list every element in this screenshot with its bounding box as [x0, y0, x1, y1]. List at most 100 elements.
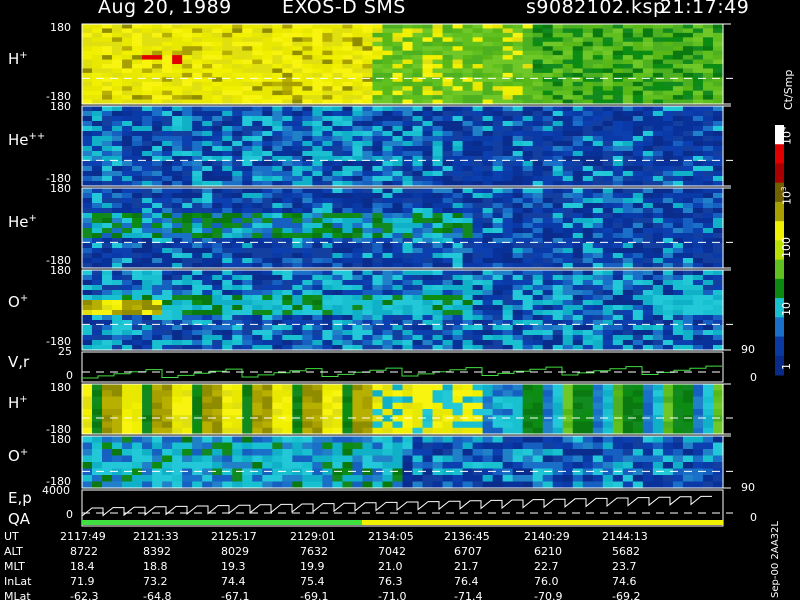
heat-cell: [442, 280, 454, 286]
heat-cell: [532, 300, 544, 306]
heat-cell: [162, 208, 173, 214]
heat-cell: [342, 59, 354, 65]
heat-cell: [202, 396, 213, 404]
heat-cell: [652, 310, 664, 316]
heat-cell: [342, 290, 354, 296]
heat-cell: [412, 218, 424, 224]
heat-cell: [442, 218, 454, 224]
heat-cell: [342, 166, 354, 172]
heat-cell: [662, 126, 674, 132]
heat-cell: [592, 28, 604, 34]
heat-cell: [332, 280, 344, 286]
heat-cell: [532, 64, 544, 70]
heat-cell: [252, 50, 263, 56]
heat-cell: [152, 335, 163, 341]
heat-cell: [602, 131, 614, 137]
heat-cell: [462, 59, 474, 65]
heat-cell: [312, 223, 323, 229]
heat-cell: [82, 116, 93, 122]
heat-cell: [552, 310, 564, 316]
heat-cell: [252, 193, 263, 199]
heat-cell: [352, 198, 364, 204]
heat-cell: [442, 295, 454, 301]
heat-cell: [482, 126, 494, 132]
heat-cell: [452, 161, 464, 167]
heat-cell: [702, 421, 714, 429]
heat-cell: [112, 176, 123, 182]
heat-cell: [252, 86, 263, 92]
heat-cell: [282, 121, 293, 127]
heat-cell: [542, 218, 554, 224]
heat-cell: [542, 41, 554, 47]
heat-cell: [262, 409, 273, 416]
heat-cell: [372, 275, 384, 281]
heat-cell: [612, 121, 624, 127]
heat-cell: [482, 213, 494, 219]
heat-cell: [272, 55, 283, 61]
heat-cell: [682, 68, 694, 74]
heat-cell: [332, 50, 344, 56]
heat-cell: [292, 41, 303, 47]
heat-cell: [512, 166, 524, 172]
heat-cell: [512, 198, 524, 204]
heat-cell: [252, 310, 263, 316]
heat-cell: [492, 24, 504, 30]
heat-cell: [532, 166, 544, 172]
heat-cell: [422, 330, 434, 336]
heat-cell: [132, 280, 143, 286]
heat-cell: [512, 258, 524, 264]
heat-cell: [112, 248, 123, 254]
heat-cell: [682, 208, 694, 214]
heat-cell: [482, 55, 494, 61]
heat-cell: [82, 193, 93, 199]
heat-cell: [412, 228, 424, 234]
heat-cell: [132, 243, 143, 249]
heat-cell: [682, 81, 694, 87]
heat-cell: [702, 176, 714, 182]
heat-cell: [312, 449, 323, 457]
heat-cell: [182, 59, 193, 65]
heat-cell: [482, 203, 494, 209]
heat-cell: [242, 285, 253, 291]
heat-cell: [372, 50, 384, 56]
heat-cell: [312, 258, 323, 264]
heat-cell: [92, 475, 103, 483]
heat-cell: [362, 300, 374, 306]
heat-cell: [322, 198, 333, 204]
heat-cell: [362, 208, 374, 214]
heat-cell: [642, 176, 654, 182]
heat-cell: [602, 409, 614, 416]
heat-cell: [592, 59, 604, 65]
heat-cell: [322, 243, 333, 249]
heat-cell: [142, 81, 153, 87]
heat-cell: [362, 475, 374, 483]
heat-cell: [92, 32, 103, 38]
heat-cell: [672, 146, 684, 152]
heat-cell: [182, 243, 193, 249]
heat-cell: [582, 68, 594, 74]
heat-cell: [172, 166, 183, 172]
heat-cell: [412, 198, 424, 204]
heat-cell: [82, 203, 93, 209]
heat-cell: [202, 90, 213, 96]
heat-cell: [252, 228, 263, 234]
heat-cell: [552, 248, 564, 254]
heat-cell: [552, 41, 564, 47]
heat-cell: [102, 72, 113, 78]
heat-cell: [192, 24, 203, 30]
heat-cell: [382, 59, 394, 65]
heat-cell: [312, 176, 323, 182]
heat-cell: [672, 228, 684, 234]
heat-cell: [532, 41, 544, 47]
heat-cell: [282, 86, 293, 92]
heat-cell: [612, 325, 624, 331]
heat-cell: [92, 275, 103, 281]
heat-cell: [442, 243, 454, 249]
heat-cell: [262, 32, 273, 38]
heat-cell: [422, 90, 434, 96]
heat-cell: [712, 146, 724, 152]
heat-cell: [142, 193, 153, 199]
heat-cell: [202, 285, 213, 291]
heat-cell: [282, 285, 293, 291]
heat-cell: [682, 136, 694, 142]
